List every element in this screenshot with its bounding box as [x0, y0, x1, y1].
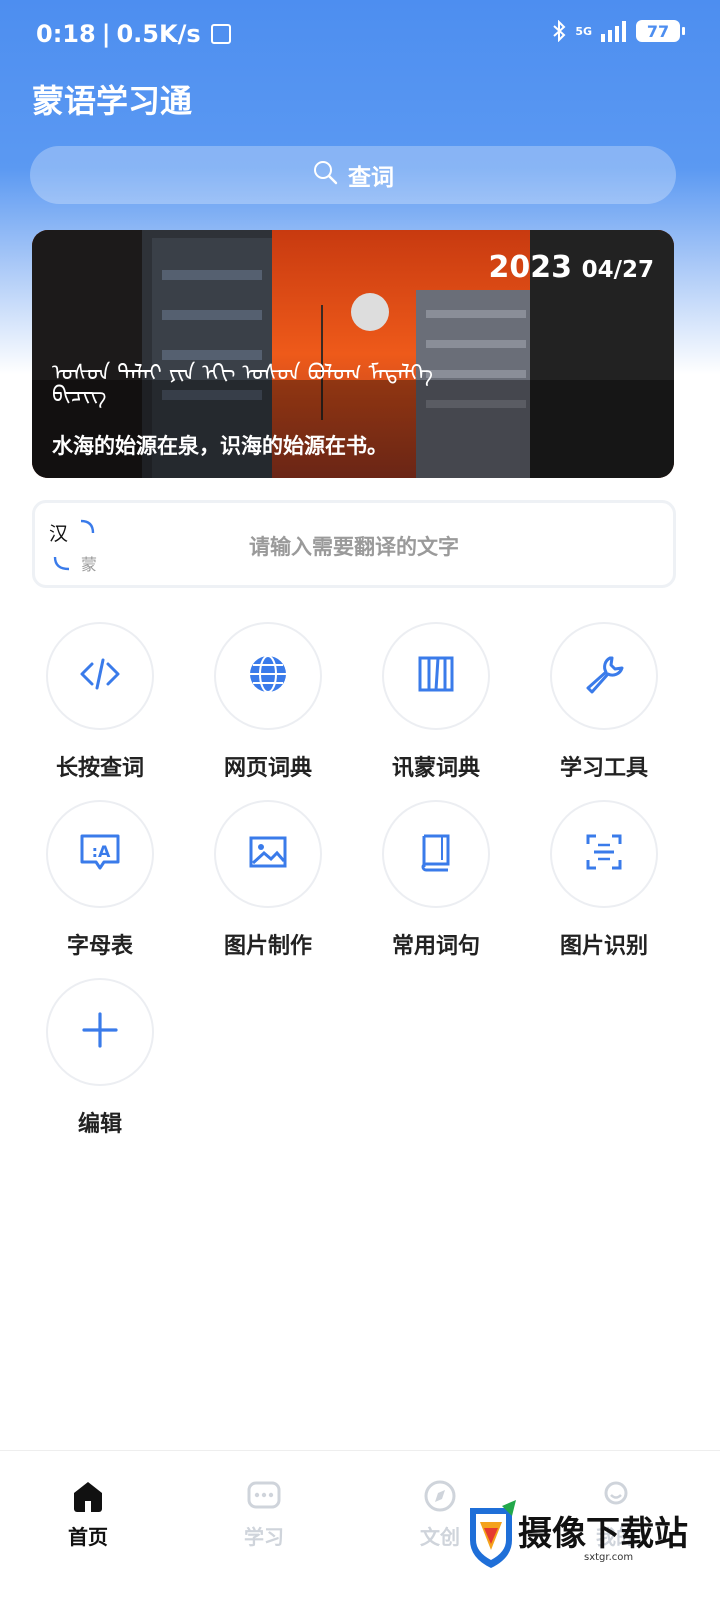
tool-common-phrases[interactable]: 常用词句	[352, 800, 520, 970]
nav-label: 学习	[244, 1525, 284, 1549]
tool-web-dictionary[interactable]: 网页词典	[184, 622, 352, 792]
tool-label: 讯蒙词典	[391, 756, 480, 781]
tool-label: 字母表	[66, 934, 133, 959]
nfc-icon	[210, 24, 231, 44]
signal-icon	[600, 20, 628, 42]
app-title: 蒙语学习通	[32, 82, 193, 120]
tool-label: 网页词典	[223, 756, 312, 781]
translate-placeholder: 请输入需要翻译的文字	[249, 535, 459, 559]
alphabet-icon: :A	[78, 830, 122, 878]
wrench-icon	[582, 652, 626, 700]
tool-alphabet[interactable]: :A 字母表	[16, 800, 184, 970]
status-speed: 0.5K/s	[116, 20, 201, 48]
tool-label: 图片识别	[559, 934, 648, 959]
watermark-text: 摄像下载站	[518, 1514, 688, 1554]
globe-icon	[246, 652, 290, 700]
banner-quote: 水海的始源在泉，识海的始源在书。	[52, 434, 388, 458]
tool-image-maker[interactable]: 图片制作	[184, 800, 352, 970]
status-time: 0:18	[36, 20, 96, 48]
home-icon	[70, 1482, 106, 1517]
search-icon	[312, 159, 338, 191]
tool-label: 长按查词	[55, 756, 144, 781]
nav-study[interactable]: 学习	[204, 1479, 324, 1550]
scan-icon	[582, 830, 626, 878]
banner-date: 2023 04/27	[489, 250, 655, 285]
tool-learning-tools[interactable]: 学习工具	[520, 622, 688, 792]
banner-year: 2023	[488, 250, 573, 285]
image-icon	[246, 830, 290, 878]
tool-xunmeng-dictionary[interactable]: 讯蒙词典	[352, 622, 520, 792]
nav-label: 首页	[68, 1525, 108, 1549]
books-icon	[414, 652, 458, 700]
watermark: 摄像下载站 sxtgr.com	[466, 1500, 706, 1596]
translate-input[interactable]: 汉 蒙 请输入需要翻译的文字	[32, 500, 676, 588]
nav-home[interactable]: 首页	[28, 1479, 148, 1550]
battery-indicator: 77	[636, 20, 685, 42]
search-button[interactable]: 查词	[30, 146, 676, 204]
tool-label: 图片制作	[223, 934, 312, 959]
tool-long-press-lookup[interactable]: 长按查词	[16, 622, 184, 792]
tool-label: 学习工具	[559, 756, 648, 781]
book-icon	[414, 830, 458, 878]
tool-label: 编辑	[77, 1112, 122, 1137]
svg-text::A: :A	[92, 842, 111, 861]
compass-icon	[422, 1480, 458, 1517]
network-type: 5G	[575, 24, 592, 38]
banner-month-day: 04/27	[581, 257, 654, 283]
tool-image-recognition[interactable]: 图片识别	[520, 800, 688, 970]
banner-mongolian-text: ᠤᠰᠤᠨ ᠳᠠᠯᠠᠢ ᠶᠢᠨ ᠡᠬᠢ ᠤᠰᠤᠨ ᠪᠤᠯᠤᠭ ᠮᠡᠳᠡᠯᠭᠡ ᠪᠢ…	[52, 361, 434, 408]
watermark-url: sxtgr.com	[584, 1552, 634, 1563]
tool-edit[interactable]: 编辑	[16, 978, 184, 1148]
code-icon	[78, 652, 122, 700]
plus-icon	[78, 1008, 122, 1056]
status-bar: 0:18 | 0.5K/s 5G 77	[0, 0, 720, 70]
daily-quote-banner[interactable]: 2023 04/27 ᠤᠰᠤᠨ ᠳᠠᠯᠠᠢ ᠶᠢᠨ ᠡᠬᠢ ᠤᠰᠤᠨ ᠪᠤᠯᠤᠭ…	[32, 230, 674, 478]
tool-label: 常用词句	[391, 934, 480, 959]
search-label: 查词	[348, 165, 394, 191]
chat-icon	[246, 1481, 282, 1517]
watermark-logo-icon	[470, 1500, 516, 1568]
bluetooth-icon	[551, 20, 567, 42]
